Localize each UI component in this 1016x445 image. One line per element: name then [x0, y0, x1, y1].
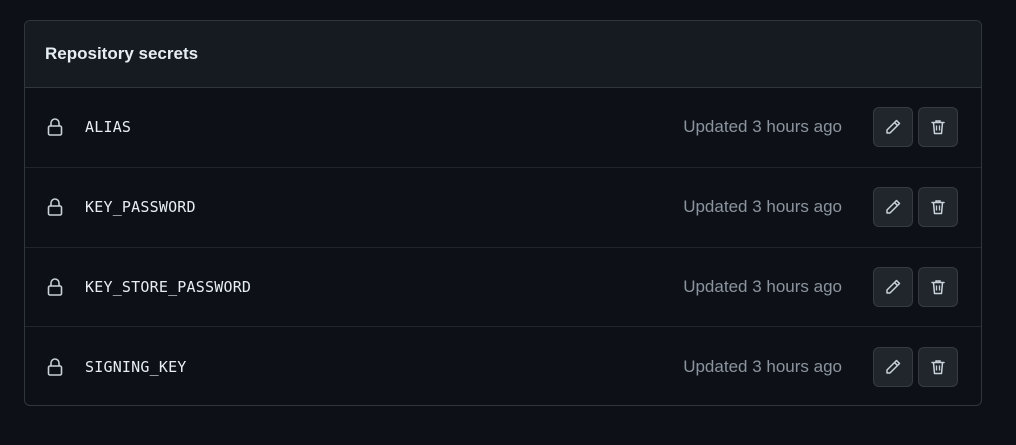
trash-icon [929, 358, 947, 376]
panel-header: Repository secrets [25, 21, 981, 88]
trash-icon [929, 278, 947, 296]
edit-secret-button[interactable] [873, 266, 913, 307]
secret-name: KEY_PASSWORD [85, 198, 196, 217]
repository-secrets-panel: Repository secrets ALIAS Updated 3 hours… [24, 20, 982, 406]
pencil-icon [884, 358, 902, 376]
panel-title: Repository secrets [45, 44, 199, 63]
lock-icon [46, 117, 64, 137]
delete-secret-button[interactable] [918, 187, 958, 228]
updated-timestamp: Updated 3 hours ago [683, 117, 842, 137]
pencil-icon [884, 118, 902, 136]
secret-name: SIGNING_KEY [85, 358, 187, 377]
lock-icon [46, 357, 64, 377]
secret-row: KEY_STORE_PASSWORD Updated 3 hours ago [25, 248, 981, 328]
lock-icon [46, 277, 64, 297]
delete-secret-button[interactable] [918, 107, 958, 148]
pencil-icon [884, 198, 902, 216]
trash-icon [929, 118, 947, 136]
edit-secret-button[interactable] [873, 187, 913, 228]
trash-icon [929, 198, 947, 216]
delete-secret-button[interactable] [918, 266, 958, 307]
edit-secret-button[interactable] [873, 107, 913, 148]
updated-timestamp: Updated 3 hours ago [683, 357, 842, 377]
secret-name: KEY_STORE_PASSWORD [85, 277, 252, 296]
lock-icon [46, 197, 64, 217]
secret-name: ALIAS [85, 118, 132, 137]
secret-row: SIGNING_KEY Updated 3 hours ago [25, 327, 981, 405]
secret-row: ALIAS Updated 3 hours ago [25, 88, 981, 168]
secret-row: KEY_PASSWORD Updated 3 hours ago [25, 168, 981, 248]
delete-secret-button[interactable] [918, 347, 958, 388]
pencil-icon [884, 278, 902, 296]
updated-timestamp: Updated 3 hours ago [683, 276, 842, 296]
edit-secret-button[interactable] [873, 347, 913, 388]
updated-timestamp: Updated 3 hours ago [683, 197, 842, 217]
